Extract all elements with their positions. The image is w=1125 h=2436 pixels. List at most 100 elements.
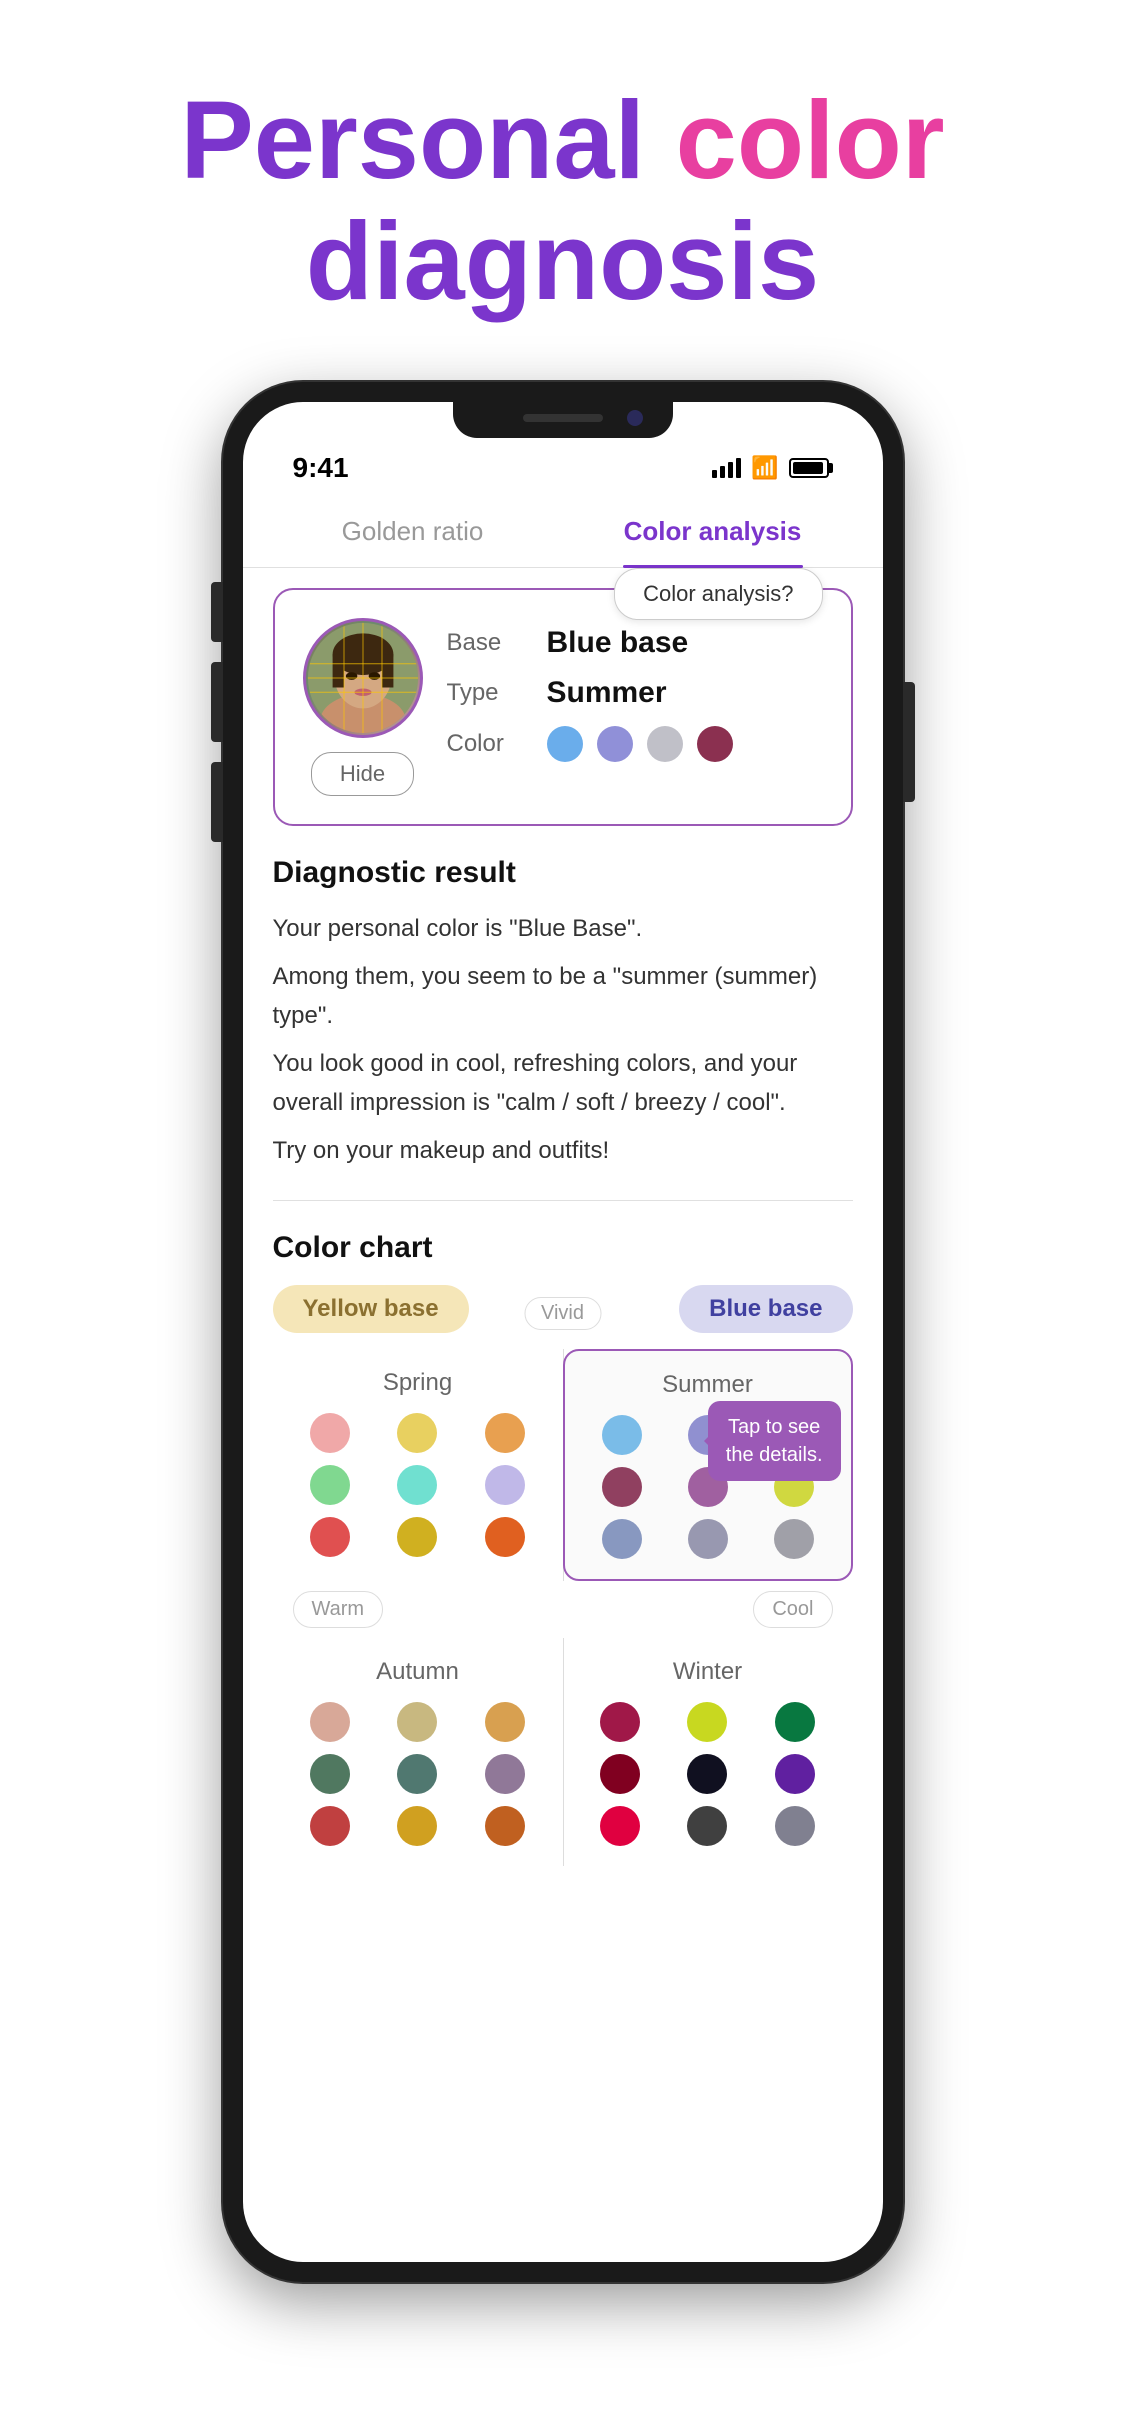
spring-dot-5 <box>397 1465 437 1505</box>
bottom-quadrants: Autumn <box>273 1638 853 1866</box>
page: Personal color diagnosis 9:41 <box>0 0 1125 2322</box>
type-value: Summer <box>547 676 667 710</box>
summer-label: Summer <box>585 1371 831 1399</box>
info-section: Base Blue base Type Summer Color <box>447 618 823 778</box>
summer-dot-1 <box>602 1415 642 1455</box>
color-dot-4 <box>697 726 733 762</box>
winter-dot-7 <box>600 1806 640 1846</box>
avatar-image <box>306 618 420 738</box>
diagnostic-line-2: Among them, you seem to be a "summer (su… <box>273 958 853 1035</box>
winter-dot-5 <box>687 1754 727 1794</box>
blue-base-label: Blue base <box>679 1285 852 1333</box>
status-time: 9:41 <box>293 452 349 484</box>
diagnostic-line-1: Your personal color is "Blue Base". <box>273 910 853 948</box>
winter-colors <box>583 1702 833 1846</box>
autumn-label: Autumn <box>293 1658 543 1686</box>
autumn-dot-8 <box>397 1806 437 1846</box>
avatar <box>303 618 423 738</box>
spring-dot-8 <box>397 1517 437 1557</box>
spring-quadrant: Spring <box>273 1349 563 1581</box>
side-button-power <box>903 682 915 802</box>
diagnostic-section: Diagnostic result Your personal color is… <box>273 856 853 1170</box>
base-label: Base <box>447 629 527 657</box>
color-dot-3 <box>647 726 683 762</box>
autumn-quadrant: Autumn <box>273 1638 563 1866</box>
spring-dot-6 <box>485 1465 525 1505</box>
summer-quadrant: Summer <box>563 1349 853 1581</box>
yellow-base-label: Yellow base <box>273 1285 469 1333</box>
signal-bar-2 <box>720 466 725 478</box>
winter-dot-4 <box>600 1754 640 1794</box>
summer-dot-8 <box>688 1519 728 1559</box>
spring-dot-4 <box>310 1465 350 1505</box>
side-button-vol-up <box>211 662 223 742</box>
type-row: Type Summer <box>447 676 823 710</box>
autumn-dot-6 <box>485 1754 525 1794</box>
summer-dot-4 <box>602 1467 642 1507</box>
quadrants-wrapper: Spring <box>273 1349 853 1581</box>
tab-golden-ratio[interactable]: Golden ratio <box>263 496 563 567</box>
autumn-colors <box>293 1702 543 1846</box>
autumn-dot-2 <box>397 1702 437 1742</box>
spring-dot-3 <box>485 1413 525 1453</box>
side-button-mute <box>211 582 223 642</box>
camera-icon <box>627 410 643 426</box>
phone-frame: 9:41 📶 <box>223 382 903 2282</box>
color-analysis-info-button[interactable]: Color analysis? <box>614 568 822 620</box>
spring-dot-1 <box>310 1413 350 1453</box>
chart-container: Spring <box>273 1349 853 1866</box>
spring-dot-2 <box>397 1413 437 1453</box>
autumn-dot-3 <box>485 1702 525 1742</box>
winter-dot-9 <box>775 1806 815 1846</box>
cool-label: Cool <box>753 1591 832 1628</box>
base-labels-row: Yellow base Vivid Blue base <box>273 1285 853 1333</box>
color-dots <box>547 726 733 762</box>
color-chart-title: Color chart <box>273 1231 853 1265</box>
spring-colors <box>293 1413 543 1557</box>
vivid-label: Vivid <box>524 1297 601 1330</box>
color-label: Color <box>447 730 527 758</box>
winter-dot-3 <box>775 1702 815 1742</box>
winter-quadrant: Winter <box>563 1638 853 1866</box>
battery-icon <box>789 458 833 478</box>
hide-button[interactable]: Hide <box>311 752 414 796</box>
signal-bar-4 <box>736 458 741 478</box>
screen-content: Hide Base Blue base Type Summer <box>243 568 883 1886</box>
spring-dot-7 <box>310 1517 350 1557</box>
winter-dot-8 <box>687 1806 727 1846</box>
summer-dot-7 <box>602 1519 642 1559</box>
status-icons: 📶 <box>712 455 832 481</box>
title-personal: Personal <box>180 79 645 202</box>
page-header: Personal color diagnosis <box>0 0 1125 362</box>
summer-dot-9 <box>774 1519 814 1559</box>
autumn-dot-1 <box>310 1702 350 1742</box>
winter-dot-6 <box>775 1754 815 1794</box>
base-row: Base Blue base <box>447 626 823 660</box>
side-button-vol-down <box>211 762 223 842</box>
result-card: Hide Base Blue base Type Summer <box>273 588 853 826</box>
avatar-section: Hide <box>303 618 423 796</box>
diagnostic-line-3: You look good in cool, refreshing colors… <box>273 1045 853 1122</box>
title-diagnosis: diagnosis <box>306 200 819 323</box>
winter-dot-1 <box>600 1702 640 1742</box>
signal-bar-1 <box>712 470 717 478</box>
spring-label: Spring <box>293 1369 543 1397</box>
spring-dot-9 <box>485 1517 525 1557</box>
wifi-icon: 📶 <box>751 455 778 481</box>
diagnostic-title: Diagnostic result <box>273 856 853 890</box>
autumn-dot-7 <box>310 1806 350 1846</box>
type-label: Type <box>447 679 527 707</box>
tap-tooltip: Tap to seethe details. <box>708 1401 841 1481</box>
tab-color-analysis[interactable]: Color analysis <box>563 496 863 567</box>
title-color: color <box>645 79 945 202</box>
diagnostic-line-4: Try on your makeup and outfits! <box>273 1132 853 1170</box>
divider <box>273 1200 853 1201</box>
signal-bar-3 <box>728 462 733 478</box>
color-chart-section: Color chart Yellow base Vivid Blue base <box>273 1231 853 1866</box>
winter-label: Winter <box>583 1658 833 1686</box>
autumn-dot-4 <box>310 1754 350 1794</box>
color-row: Color <box>447 726 823 762</box>
base-value: Blue base <box>547 626 689 660</box>
color-dot-2 <box>597 726 633 762</box>
winter-dot-2 <box>687 1702 727 1742</box>
